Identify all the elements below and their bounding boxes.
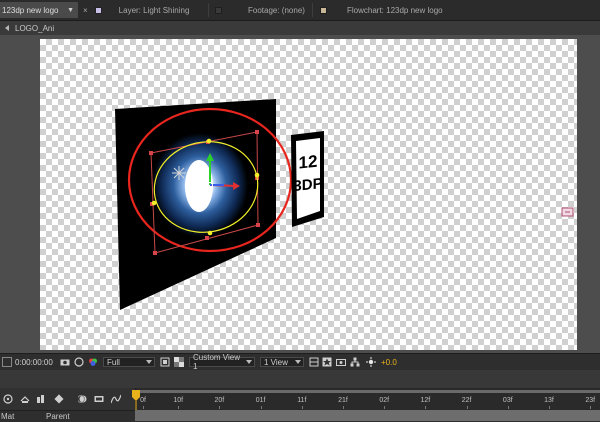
toggle-pixel-aspect-icon[interactable] (309, 357, 319, 367)
breadcrumb-back-icon[interactable] (5, 25, 9, 31)
flowchart-icon[interactable] (350, 357, 360, 367)
viewer-scene: 12 3DP (115, 99, 574, 310)
time-ruler-tick (260, 406, 262, 409)
tab-label: Layer: Light Shining (118, 5, 190, 15)
time-ruler-tick-label: 23f (585, 397, 596, 404)
tab-label: Footage: (none) (248, 5, 305, 15)
tab-close-icon[interactable]: × (83, 6, 88, 15)
tab-divider (312, 3, 313, 17)
view-layout-dropdown[interactable]: 1 View (260, 357, 304, 367)
time-ruler-tick-label: 21f (338, 397, 348, 404)
time-ruler-tick (343, 406, 344, 409)
exposure-value[interactable]: +0.0 (381, 357, 397, 367)
time-ruler-tick (466, 406, 468, 409)
tab-label: 123dp new logo (2, 5, 59, 15)
comp-breadcrumb: LOGO_Ani (0, 21, 600, 35)
time-ruler-tick-label: 02f (379, 397, 390, 404)
3d-view-dropdown[interactable]: Custom View 1 (189, 353, 255, 371)
light-anchor-icon[interactable] (172, 166, 186, 180)
draft-3d-icon[interactable] (20, 394, 30, 404)
tab-footage-none[interactable]: Footage: (none) (215, 2, 310, 18)
hide-shy-layers-icon[interactable] (36, 394, 46, 404)
flowchart-swatch-icon (320, 6, 327, 14)
region-of-interest-icon[interactable] (2, 357, 12, 367)
view-layout-value: 1 View (264, 357, 288, 367)
footage-swatch-icon (215, 6, 222, 14)
frame-blending-icon[interactable] (54, 394, 64, 404)
time-ruler-tick (384, 406, 386, 409)
time-ruler-tick (143, 406, 144, 409)
time-ruler-tick (590, 406, 592, 409)
time-ruler-tick-label: 01f (255, 397, 266, 404)
tab-divider (208, 3, 209, 17)
draft-3d-icon[interactable] (336, 357, 346, 367)
region-icon[interactable] (160, 357, 170, 367)
tab-flowchart-123dp-new-logo[interactable]: Flowchart: 123dp new logo (318, 2, 518, 18)
logo-text-line1: 12 (299, 152, 318, 173)
brainstorm-icon[interactable] (94, 394, 104, 404)
exposure-icon[interactable] (366, 357, 376, 367)
show-snapshot-icon[interactable] (74, 357, 84, 367)
layer-swatch-icon (94, 6, 102, 14)
chevron-down-icon (295, 360, 301, 364)
resolution-dropdown[interactable]: Full (103, 357, 155, 367)
tab-layer-light-shining[interactable]: × Layer: Light Shining (80, 2, 200, 18)
comp-mini-flowchart-icon[interactable] (3, 394, 13, 404)
mat-column-header[interactable]: Mat (1, 412, 14, 421)
time-ruler-tick-label: 12f (420, 397, 431, 404)
panel-gap (0, 370, 600, 388)
fast-preview-icon[interactable] (322, 357, 332, 367)
time-ruler-tick (549, 406, 550, 409)
time-ruler-tick-label: 03f (502, 397, 513, 404)
composition-tab-bar: 123dp new logo ▼ × Layer: Light Shining … (0, 0, 600, 21)
chevron-down-icon (146, 360, 152, 364)
tab-menu-chevron-icon[interactable]: ▼ (67, 7, 74, 14)
motion-blur-icon[interactable] (77, 394, 88, 404)
tab-123dp-new-logo[interactable]: 123dp new logo ▼ (0, 2, 78, 18)
transparency-grid-icon[interactable] (174, 357, 184, 367)
time-ruler-tick-label: 13f (544, 397, 554, 404)
offscreen-light-icon[interactable] (561, 207, 574, 217)
graph-editor-icon[interactable] (110, 394, 122, 404)
time-ruler-tick (219, 406, 221, 409)
time-ruler-tick (301, 406, 303, 409)
glow-core (185, 160, 213, 212)
time-ruler-tick-label: 22f (461, 397, 472, 404)
tab-label: Flowchart: 123dp new logo (347, 5, 443, 15)
work-area-bar[interactable] (135, 390, 600, 393)
resolution-value: Full (107, 357, 120, 367)
time-ruler-tick-label: 10f (173, 397, 184, 404)
color-channel-icon[interactable] (88, 357, 98, 367)
layer-duration-bar[interactable] (135, 410, 600, 421)
parent-column-header[interactable]: Parent (46, 412, 70, 421)
composition-viewer[interactable]: 12 3DP (0, 35, 600, 353)
time-ruler-tick (507, 406, 509, 409)
time-ruler-tick (178, 406, 180, 409)
time-ruler-tick (425, 406, 427, 409)
logo-text-line2: 3DP (293, 175, 322, 195)
viewer-toolbar: 0:00:00:00 Full Custom View 1 1 View +0.… (0, 353, 600, 371)
timecode-display[interactable]: 0:00:00:00 (15, 357, 53, 367)
chevron-down-icon (246, 360, 252, 364)
time-ruler-tick-label: 20f (214, 397, 225, 404)
breadcrumb-item-logo-ani[interactable]: LOGO_Ani (15, 24, 54, 33)
snapshot-icon[interactable] (60, 357, 70, 367)
3d-view-value: Custom View 1 (193, 353, 240, 371)
time-ruler-tick-label: 11f (297, 397, 307, 404)
